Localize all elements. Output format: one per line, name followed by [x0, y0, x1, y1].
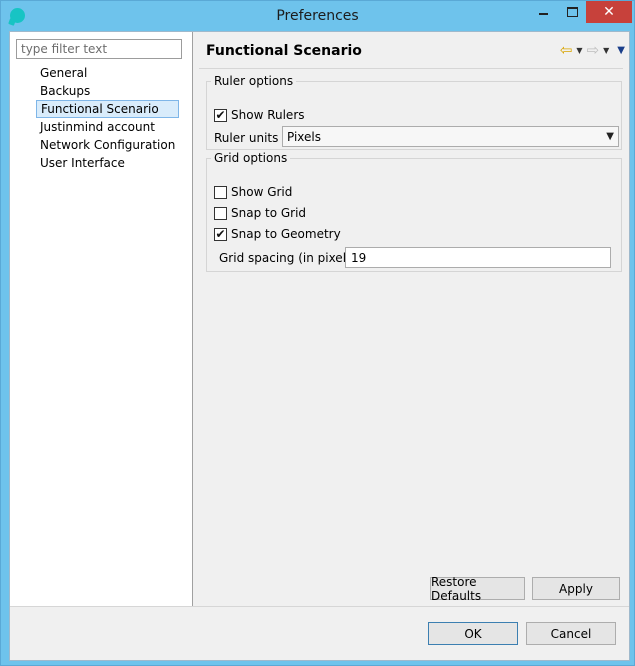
- forward-dropdown-icon[interactable]: ▼: [603, 46, 609, 55]
- show-grid-label: Show Grid: [231, 185, 293, 199]
- snap-to-grid-checkbox[interactable]: [214, 206, 227, 220]
- ruler-units-value: Pixels: [287, 130, 322, 144]
- grid-options-group: Grid options Show Grid Snap to Grid ✔ Sn…: [206, 151, 622, 272]
- grid-spacing-label: Grid spacing (in pixels): [219, 251, 357, 265]
- ruler-units-label: Ruler units: [214, 131, 279, 145]
- show-rulers-checkbox[interactable]: ✔: [214, 108, 227, 122]
- back-arrow-icon[interactable]: ⇦: [560, 42, 573, 58]
- snap-to-geometry-label: Snap to Geometry: [231, 227, 341, 241]
- grid-spacing-value: 19: [351, 251, 367, 265]
- page-title: Functional Scenario: [206, 43, 362, 59]
- view-menu-icon[interactable]: ▼: [617, 45, 625, 56]
- checkmark-icon: ✔: [215, 227, 226, 241]
- title-bar[interactable]: Preferences ✕: [1, 1, 634, 31]
- footer-separator: [10, 606, 629, 607]
- header-separator: [199, 68, 623, 69]
- close-button[interactable]: ✕: [586, 1, 632, 23]
- snap-to-grid-row[interactable]: Snap to Grid: [214, 206, 306, 220]
- minimize-icon: [538, 13, 548, 15]
- show-rulers-row[interactable]: ✔ Show Rulers: [214, 108, 305, 122]
- show-grid-row[interactable]: Show Grid: [214, 185, 292, 199]
- checkmark-icon: ✔: [215, 108, 226, 122]
- ok-button[interactable]: OK: [428, 622, 518, 645]
- ruler-options-group: Ruler options ✔ Show Rulers Ruler units …: [206, 74, 622, 150]
- preferences-nav-pane: General Backups Functional Scenario Just…: [10, 32, 193, 606]
- cancel-button[interactable]: Cancel: [526, 622, 616, 645]
- history-nav: ⇦ ▼ ⇨ ▼ ▼: [560, 42, 625, 58]
- grid-options-legend: Grid options: [214, 151, 288, 165]
- grid-spacing-label-row: Grid spacing (in pixels): [219, 251, 357, 265]
- nav-item-justinmind-account[interactable]: Justinmind account: [36, 118, 179, 136]
- grid-spacing-input[interactable]: 19: [345, 247, 611, 268]
- preference-page: Functional Scenario ⇦ ▼ ⇨ ▼ ▼ Ruler opti…: [193, 32, 629, 606]
- apply-button[interactable]: Apply: [532, 577, 620, 600]
- maximize-button[interactable]: [558, 1, 586, 23]
- nav-item-backups[interactable]: Backups: [36, 82, 179, 100]
- page-header: Functional Scenario ⇦ ▼ ⇨ ▼ ▼: [193, 32, 629, 68]
- ruler-units-label-row: Ruler units: [214, 131, 278, 145]
- maximize-icon: [566, 7, 578, 17]
- nav-item-user-interface[interactable]: User Interface: [36, 154, 179, 172]
- nav-item-general[interactable]: General: [36, 64, 179, 82]
- snap-to-geometry-row[interactable]: ✔ Snap to Geometry: [214, 227, 341, 241]
- snap-to-geometry-checkbox[interactable]: ✔: [214, 227, 227, 241]
- ruler-options-legend: Ruler options: [214, 74, 294, 88]
- forward-arrow-icon[interactable]: ⇨: [587, 42, 600, 58]
- close-icon: ✕: [603, 4, 615, 20]
- dialog-body: General Backups Functional Scenario Just…: [9, 31, 630, 661]
- ruler-units-select[interactable]: Pixels ▼: [282, 126, 619, 147]
- preferences-window: Preferences ✕ General Backups Functional…: [0, 0, 635, 666]
- show-grid-checkbox[interactable]: [214, 185, 227, 199]
- back-dropdown-icon[interactable]: ▼: [576, 46, 582, 55]
- restore-defaults-button[interactable]: Restore Defaults: [430, 575, 525, 603]
- filter-input[interactable]: [16, 39, 182, 59]
- nav-item-network-configuration[interactable]: Network Configuration: [36, 136, 179, 154]
- snap-to-grid-label: Snap to Grid: [231, 206, 307, 220]
- nav-item-functional-scenario[interactable]: Functional Scenario: [36, 100, 180, 118]
- minimize-button[interactable]: [529, 1, 557, 23]
- chevron-down-icon: ▼: [606, 131, 614, 142]
- preferences-tree: General Backups Functional Scenario Just…: [36, 64, 180, 172]
- show-rulers-label: Show Rulers: [231, 108, 305, 122]
